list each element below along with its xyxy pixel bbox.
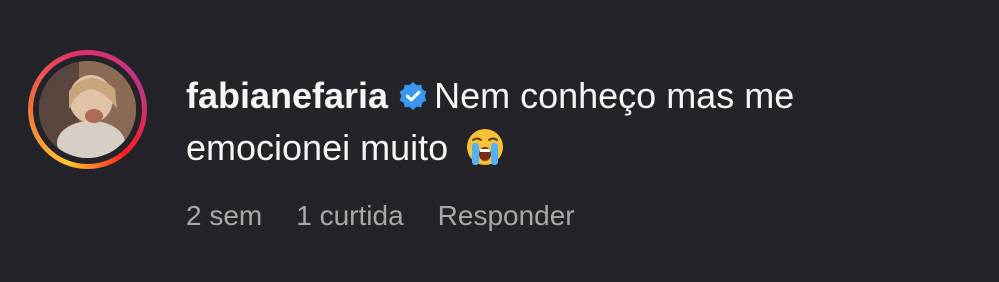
avatar-photo [39, 61, 136, 158]
likes-count[interactable]: 1 curtida [296, 200, 403, 232]
reply-button[interactable]: Responder [438, 200, 575, 232]
comment-meta: 2 sem 1 curtida Responder [186, 200, 575, 232]
username-link[interactable]: fabianefaria [186, 75, 388, 116]
comment-text-line-1: Nem conheço mas me [434, 75, 795, 116]
comment: fabianefaria Nem conheço mas me emocione… [0, 0, 999, 282]
timestamp[interactable]: 2 sem [186, 200, 262, 232]
verified-badge-icon [399, 82, 427, 110]
avatar[interactable] [39, 61, 136, 158]
loudly-crying-face-icon [467, 129, 504, 165]
story-ring[interactable] [28, 50, 147, 169]
comment-text-line-2: emocionei muito [186, 127, 449, 168]
comment-text: fabianefaria Nem conheço mas me emocione… [186, 70, 946, 174]
